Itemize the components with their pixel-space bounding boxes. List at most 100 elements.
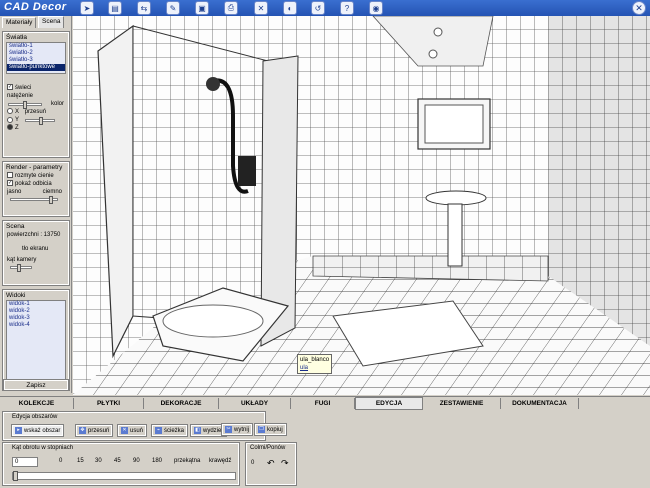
path-button[interactable]: ⌁ ścieżka (150, 424, 189, 437)
app-title: CAD Decor (4, 1, 67, 13)
axis-z-label: Z (15, 125, 19, 131)
list-item[interactable]: widok-4 (7, 322, 65, 329)
camera-angle-slider[interactable] (10, 264, 32, 272)
shine-checkbox[interactable]: ✓ (7, 84, 13, 91)
tab-collections[interactable]: KOLEKCJE (0, 398, 74, 409)
axis-z-row[interactable]: Z (4, 124, 68, 132)
radio-z[interactable] (7, 124, 13, 131)
save-view-button[interactable]: Zapisz (3, 379, 69, 391)
bathroom-render (73, 16, 650, 395)
tab-tiles[interactable]: PŁYTKI (74, 398, 144, 409)
rotation-preset-90[interactable]: 90 (133, 458, 140, 464)
move-button[interactable]: ✥ przesuń (74, 424, 114, 437)
radio-y[interactable] (7, 117, 13, 123)
move-icon: ✥ (79, 426, 86, 434)
axis-y-label: Y (15, 117, 20, 123)
bright-label: jasno (7, 189, 22, 195)
undo-redo-group: Colmi/Ponów 0 ↶ ↷ (245, 442, 297, 486)
dark-label: ciemno (42, 189, 62, 195)
rotation-slider[interactable] (12, 471, 236, 481)
reflections-row[interactable]: ✓ pokaż odbicia (4, 180, 68, 188)
tab-edit[interactable]: EDYCJA (355, 397, 423, 410)
delete-icon[interactable]: ✕ (254, 1, 268, 15)
save-icon[interactable]: ▣ (195, 1, 209, 15)
tab-documentation[interactable]: DOKUMENTACJA (501, 398, 579, 409)
copy-button[interactable]: ❐ kopiuj (254, 423, 287, 436)
rotation-preset-45[interactable]: 45 (114, 458, 121, 464)
lights-list[interactable]: światło-1 światło-2 światło-3 światło-pu… (6, 42, 66, 74)
rotation-preset-30[interactable]: 30 (95, 458, 102, 464)
edit-icon[interactable]: ✎ (166, 1, 180, 15)
redo-icon[interactable]: ↷ (281, 458, 289, 469)
close-icon[interactable]: ✕ (632, 1, 646, 15)
scene-group: Scena powierzchni : 13750 tło ekranu kąt… (2, 220, 70, 286)
render-group: Render - parametry rozmyte cienie ✓ pokaż… (2, 161, 70, 217)
camera-angle-label: kąt kamery (7, 257, 37, 263)
path-label: ścieżka (164, 428, 185, 434)
move-label: przesuń (24, 109, 47, 115)
extract-button[interactable]: ◧ wydziel (190, 424, 227, 437)
rotation-preset-180[interactable]: 180 (152, 458, 162, 464)
delete-button[interactable]: ✕ usuń (116, 424, 148, 437)
tab-materials[interactable]: Materiały (2, 17, 37, 28)
select-area-button[interactable]: ▸ wskaż obszar (10, 424, 65, 437)
list-item[interactable]: światło-3 (7, 57, 65, 64)
list-item[interactable]: widok-2 (7, 308, 65, 315)
transfer-icon[interactable]: ⇆ (137, 1, 151, 15)
undo-icon[interactable]: ↶ (267, 458, 275, 469)
rotation-input[interactable]: 0 (12, 457, 38, 467)
diagonal-option[interactable]: przekątna (174, 458, 200, 464)
list-item[interactable]: światło-1 (7, 43, 65, 50)
help-icon[interactable]: ? (340, 1, 354, 15)
undo-count: 0 (251, 460, 255, 466)
list-item[interactable]: widok-3 (7, 315, 65, 322)
axis-y-row[interactable]: Y (4, 116, 68, 125)
axis-x-row[interactable]: X przesuń (4, 108, 68, 116)
tab-scene[interactable]: Scena (38, 16, 65, 28)
edge-option[interactable]: krawędź (209, 458, 231, 464)
intensity-label: natężenie (7, 93, 34, 99)
3d-viewport[interactable]: ula_blanco ula (73, 16, 650, 395)
tooltip-collection-link[interactable]: ula (300, 364, 329, 372)
list-item-selected[interactable]: światło-punktowe (7, 64, 65, 71)
move-slider[interactable] (25, 116, 56, 125)
rotation-group: Kąt obrotu w stopniach 0 0 15 30 45 90 1… (2, 442, 240, 486)
soft-shadows-row[interactable]: rozmyte cienie (4, 172, 68, 180)
intensity-color-row: kolor (4, 100, 68, 109)
undo-redo-title: Colmi/Ponów (250, 445, 286, 451)
tab-layouts[interactable]: UKŁADY (219, 398, 291, 409)
list-item[interactable]: widok-1 (7, 301, 65, 308)
surfaces-count: powierzchni : 13750 (7, 232, 61, 238)
copy-icon: ❐ (258, 425, 265, 433)
main-tab-bar: KOLEKCJE PŁYTKI DEKORACJE UKŁADY FUGI ED… (0, 396, 650, 410)
list-item[interactable]: światło-2 (7, 50, 65, 57)
pointer-icon[interactable]: ➤ (80, 1, 94, 15)
tab-decorations[interactable]: DEKORACJE (144, 398, 219, 409)
scene-title: Scena (6, 223, 25, 230)
move-label: przesuń (88, 428, 110, 434)
globe-icon[interactable]: ◉ (369, 1, 383, 15)
soft-shadows-checkbox[interactable] (7, 172, 13, 179)
delete-label: usuń (130, 428, 144, 434)
export-icon[interactable]: ▤ (108, 1, 122, 15)
soft-shadows-label: rozmyte cienie (15, 173, 54, 179)
reflections-checkbox[interactable]: ✓ (7, 180, 13, 187)
print-icon[interactable]: ⎙ (224, 1, 238, 15)
shine-row[interactable]: ✓ świeci (4, 84, 68, 92)
rotation-preset-0[interactable]: 0 (59, 458, 62, 464)
extract-icon: ◧ (194, 426, 201, 434)
views-list[interactable]: widok-1 widok-2 widok-3 widok-4 (6, 300, 66, 384)
rotation-title: Kąt obrotu w stopniach (12, 445, 74, 451)
intensity-slider[interactable] (8, 100, 42, 109)
tab-grout[interactable]: FUGI (291, 398, 355, 409)
undo-icon[interactable]: ↺ (311, 1, 325, 15)
rotation-preset-15[interactable]: 15 (77, 458, 84, 464)
tab-summary[interactable]: ZESTAWIENIE (423, 398, 501, 409)
radio-x[interactable] (7, 108, 13, 115)
brightness-slider[interactable] (10, 196, 58, 204)
screen-bg-label[interactable]: tło ekranu (4, 245, 68, 253)
shine-label: świeci (15, 85, 32, 91)
delete-icon: ✕ (121, 426, 128, 434)
cut-button[interactable]: ✂ wytnij (220, 423, 254, 436)
light-icon[interactable]: ◐ (283, 1, 297, 15)
